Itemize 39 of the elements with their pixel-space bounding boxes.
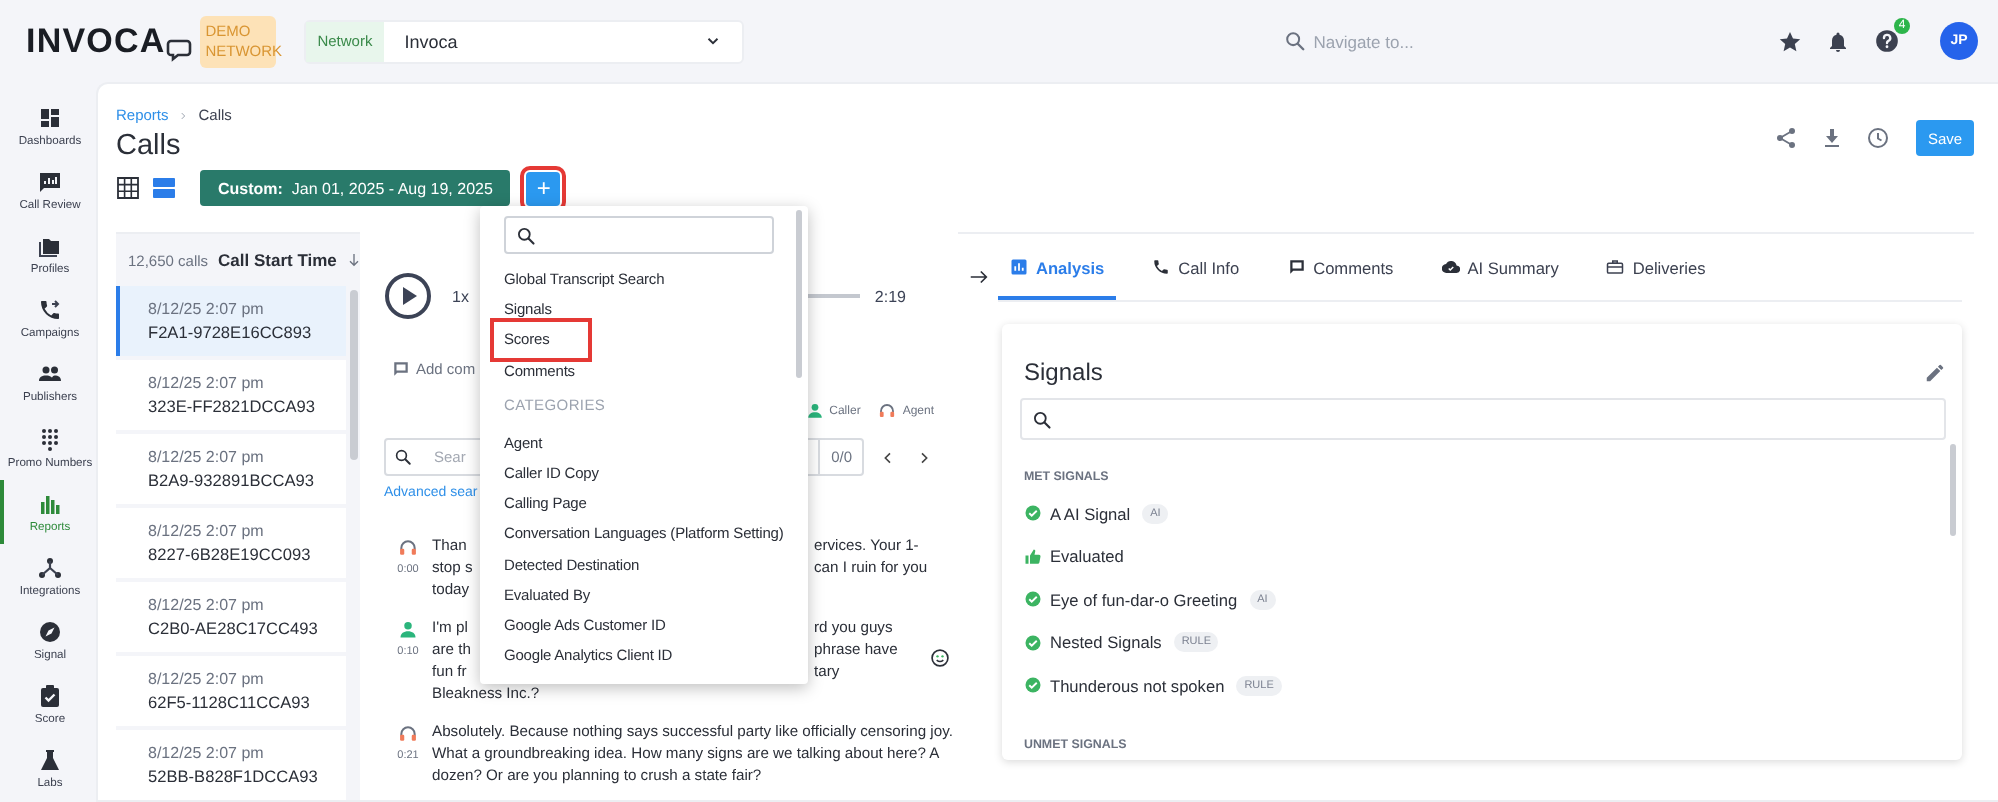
signal-name: A AI Signal xyxy=(1050,503,1131,524)
call-time: 8/12/25 2:07 pm xyxy=(148,374,266,392)
call-row[interactable]: 8/12/25 2:07 pm 52BB-B828F1DCCA93 xyxy=(116,730,346,800)
signal-name: Thunderous not spoken xyxy=(1050,675,1225,696)
logo[interactable]: INVOCA xyxy=(26,21,166,61)
signal-name: Evaluated xyxy=(1050,546,1124,567)
call-id: 62F5-1128C11CCA93 xyxy=(148,692,312,712)
duration: 2:19 xyxy=(874,287,906,305)
call-row[interactable]: 8/12/25 2:07 pm 8227-6B28E19CC093 xyxy=(116,508,346,578)
call-time: 8/12/25 2:07 pm xyxy=(148,670,266,688)
page-title: Calls xyxy=(116,130,183,162)
call-row[interactable]: 8/12/25 2:07 pm 323E-FF2821DCCA93 xyxy=(116,360,346,430)
call-time: 8/12/25 2:07 pm xyxy=(148,522,266,540)
call-time: 8/12/25 2:07 pm xyxy=(148,744,266,762)
call-time: 8/12/25 2:07 pm xyxy=(148,300,266,318)
card-title: Signals xyxy=(1024,358,1105,386)
call-time: 8/12/25 2:07 pm xyxy=(148,448,266,466)
tab[interactable]: AI Summary xyxy=(1429,238,1571,300)
signal-name: Nested Signals xyxy=(1050,632,1162,653)
call-id: 52BB-B828F1DCCA93 xyxy=(148,766,320,786)
tab[interactable]: Call Info xyxy=(1140,238,1252,300)
call-id: B2A9-932891BCCA93 xyxy=(148,470,317,490)
tab[interactable]: Deliveries xyxy=(1594,238,1718,300)
speed-control[interactable]: 1x xyxy=(452,287,469,305)
tab[interactable]: Comments xyxy=(1275,238,1406,300)
call-id: 323E-FF2821DCCA93 xyxy=(148,396,317,416)
sort-header[interactable]: Call Start Time xyxy=(218,250,337,270)
call-id: F2A1-9728E16CC893 xyxy=(148,322,314,342)
call-row[interactable]: 8/12/25 2:07 pm 62F5-1128C11CCA93 xyxy=(116,656,346,726)
call-row[interactable]: 8/12/25 2:07 pm B2A9-932891BCCA93 xyxy=(116,434,346,504)
call-time: 8/12/25 2:07 pm xyxy=(148,596,266,614)
navigate-field[interactable]: Navigate to... xyxy=(1313,31,1534,51)
signal-name: Eye of fun-dar-o Greeting xyxy=(1050,589,1238,610)
date-range-button[interactable]: Custom: Jan 01, 2025 - Aug 19, 2025 xyxy=(200,170,511,206)
call-row[interactable]: 8/12/25 2:07 pm C2B0-AE28C17CC493 xyxy=(116,582,346,652)
call-id: 8227-6B28E19CC093 xyxy=(148,544,313,564)
tab[interactable]: Analysis xyxy=(998,238,1117,300)
call-row[interactable]: 8/12/25 2:07 pm F2A1-9728E16CC893 xyxy=(116,286,346,356)
call-id: C2B0-AE28C17CC493 xyxy=(148,618,320,638)
